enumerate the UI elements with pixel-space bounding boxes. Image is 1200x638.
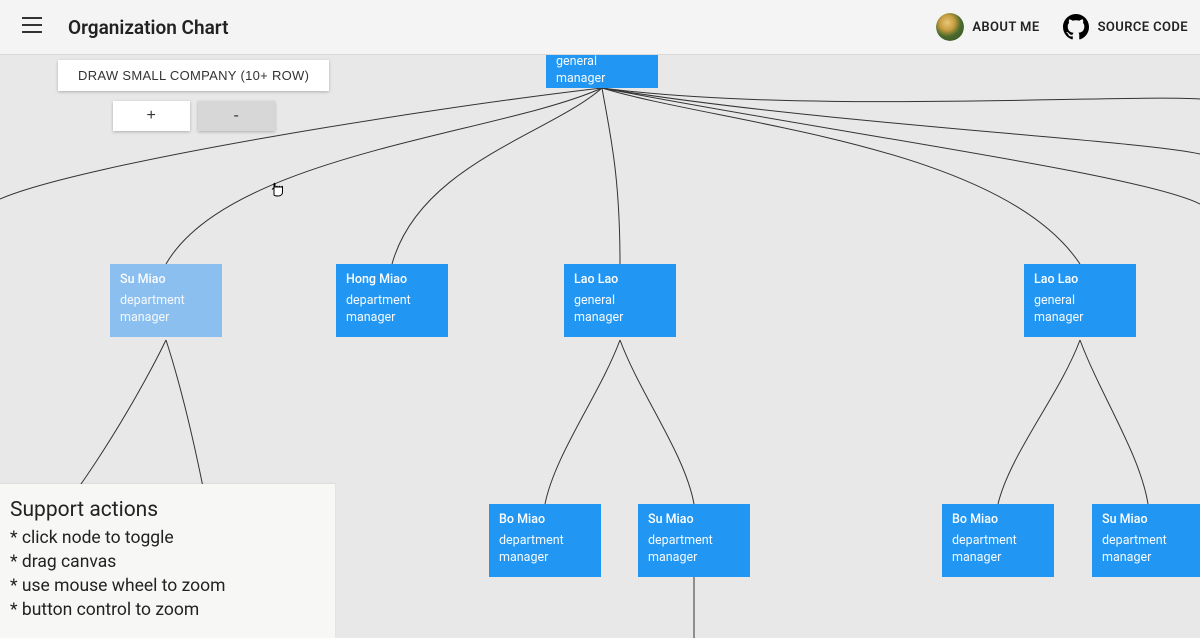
help-line: * use mouse wheel to zoom <box>10 576 325 596</box>
zoom-out-button[interactable]: - <box>198 101 275 131</box>
org-node-role: department manager <box>120 293 212 327</box>
org-node-role: department manager <box>648 533 740 567</box>
org-node-name: Su Miao <box>648 512 740 529</box>
page-title: Organization Chart <box>68 16 228 39</box>
hamburger-icon <box>22 17 42 37</box>
org-node-role: department manager <box>499 533 591 567</box>
org-node-role: general manager <box>1034 293 1126 327</box>
zoom-in-button[interactable]: + <box>113 101 190 131</box>
org-node-role: department manager <box>952 533 1044 567</box>
org-node-su-miao-2[interactable]: Su Miao department manager <box>638 504 750 577</box>
org-node-name: Bo Miao <box>499 512 591 529</box>
org-node-role: general manager <box>556 54 648 88</box>
org-node-hong-miao[interactable]: Hong Miao department manager <box>336 264 448 337</box>
help-title: Support actions <box>10 498 325 522</box>
org-node-lao-lao-2[interactable]: Lao Lao general manager <box>1024 264 1136 337</box>
org-node-bo-miao-1[interactable]: Bo Miao department manager <box>489 504 601 577</box>
org-node-root[interactable]: general manager <box>546 54 658 88</box>
source-code-label: SOURCE CODE <box>1098 20 1188 35</box>
org-node-name: Lao Lao <box>574 272 666 289</box>
control-toolbar: DRAW SMALL COMPANY (10+ ROW) + - <box>58 60 329 131</box>
org-node-bo-miao-2[interactable]: Bo Miao department manager <box>942 504 1054 577</box>
org-node-name: Lao Lao <box>1034 272 1126 289</box>
draw-company-button[interactable]: DRAW SMALL COMPANY (10+ ROW) <box>58 60 329 91</box>
app-header: Organization Chart ABOUT ME SOURCE CODE <box>0 0 1200 55</box>
menu-button[interactable] <box>16 11 48 43</box>
org-node-name: Hong Miao <box>346 272 438 289</box>
org-node-name: Su Miao <box>1102 512 1194 529</box>
org-node-role: department manager <box>346 293 438 327</box>
org-node-name: Su Miao <box>120 272 212 289</box>
org-node-role: general manager <box>574 293 666 327</box>
help-line: * click node to toggle <box>10 528 325 548</box>
org-node-name: Bo Miao <box>952 512 1044 529</box>
avatar-icon <box>936 13 964 41</box>
github-icon <box>1062 13 1090 41</box>
help-line: * drag canvas <box>10 552 325 572</box>
org-node-role: department manager <box>1102 533 1194 567</box>
about-me-label: ABOUT ME <box>972 20 1039 35</box>
about-me-link[interactable]: ABOUT ME <box>936 13 1039 41</box>
org-node-lao-lao-1[interactable]: Lao Lao general manager <box>564 264 676 337</box>
source-code-link[interactable]: SOURCE CODE <box>1062 13 1188 41</box>
help-line: * button control to zoom <box>10 600 325 620</box>
org-node-su-miao-1[interactable]: Su Miao department manager <box>110 264 222 337</box>
help-panel: Support actions * click node to toggle *… <box>0 484 335 638</box>
org-node-su-miao-3[interactable]: Su Miao department manager <box>1092 504 1200 577</box>
